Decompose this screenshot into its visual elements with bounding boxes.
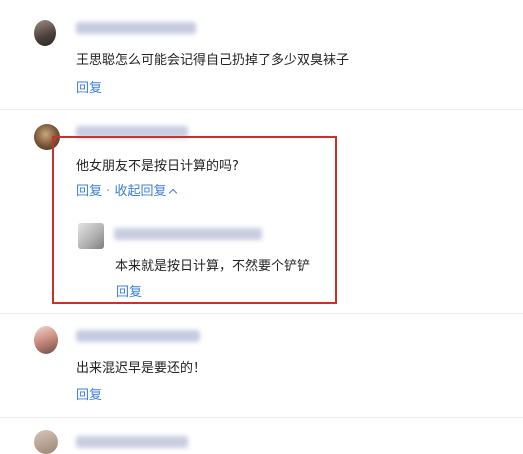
username-blurred[interactable] (76, 22, 196, 34)
collapse-label: 收起回复 (114, 184, 167, 199)
sub-reply-text: 本来就是按日计算，不然要个铲铲 (115, 259, 311, 274)
reply-button[interactable]: 回复 (76, 77, 102, 96)
reply-button[interactable]: 回复 (76, 384, 102, 403)
comment-actions: 回复 · 收起回复 (76, 180, 178, 199)
reply-button[interactable]: 回复 (76, 184, 102, 199)
separator: · (106, 184, 111, 199)
username-blurred[interactable] (114, 228, 262, 240)
comment-text: 王思聪怎么可能会记得自己扔掉了多少双臭袜子 (76, 53, 350, 68)
username-blurred[interactable] (76, 330, 200, 342)
avatar[interactable] (34, 430, 58, 454)
username-blurred[interactable] (76, 436, 188, 448)
comment-text: 出来混迟早是要还的！ (76, 361, 207, 376)
avatar[interactable] (34, 326, 58, 354)
collapse-replies-button[interactable]: 收起回复 (114, 184, 178, 199)
chevron-up-icon (169, 188, 178, 198)
avatar[interactable] (78, 223, 104, 249)
comment-text: 他女朋友不是按日计算的吗? (76, 159, 239, 174)
divider (0, 313, 523, 314)
divider (0, 417, 523, 418)
divider (0, 109, 523, 110)
avatar[interactable] (34, 20, 56, 46)
reply-button[interactable]: 回复 (116, 281, 142, 300)
